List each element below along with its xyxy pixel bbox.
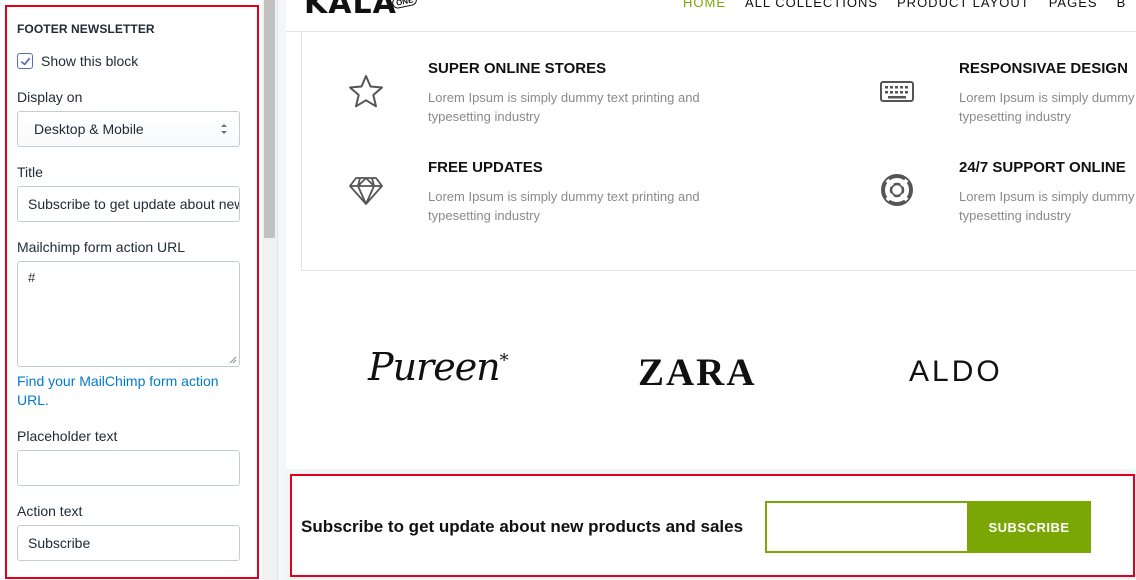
settings-sidebar: FOOTER NEWSLETTER Show this block Displa… (0, 0, 262, 580)
title-input[interactable]: Subscribe to get update about new produc… (17, 186, 240, 222)
feature-title: FREE UPDATES (428, 159, 543, 176)
mailchimp-url-value: # (28, 270, 36, 285)
feature-desc: Lorem Ipsum is simply dummy text printin… (959, 90, 1136, 124)
show-block-toggle[interactable]: Show this block (17, 53, 138, 69)
brand-logo-aldo[interactable]: ALDO (909, 355, 1003, 389)
nav-item-home[interactable]: HOME (683, 0, 726, 10)
nav-item-more[interactable]: B (1117, 0, 1127, 10)
sidebar-scrollbar-thumb[interactable] (264, 0, 275, 238)
checkmark-icon (20, 57, 30, 65)
show-block-checkbox[interactable] (17, 53, 33, 69)
mailchimp-url-label: Mailchimp form action URL (17, 239, 186, 255)
keyboard-icon (880, 81, 914, 102)
nav-item-pages[interactable]: PAGES (1049, 0, 1098, 10)
display-on-select[interactable]: Desktop & Mobile (17, 111, 240, 147)
store-logo[interactable]: KALA (304, 0, 397, 21)
feature-desc: Lorem Ipsum is simply dummy text printin… (428, 90, 700, 124)
display-on-value: Desktop & Mobile (34, 121, 144, 137)
select-arrows-icon (221, 124, 227, 134)
newsletter-heading: Subscribe to get update about new produc… (301, 517, 744, 536)
mailchimp-help-link[interactable]: Find your MailChimp form action URL. (17, 372, 242, 410)
star-icon (349, 75, 383, 108)
section-title: FOOTER NEWSLETTER (17, 22, 155, 36)
feature-desc: Lorem Ipsum is simply dummy text printin… (428, 189, 700, 223)
mailchimp-url-textarea[interactable]: # (17, 261, 240, 367)
placeholder-text-label: Placeholder text (17, 428, 118, 444)
resize-grip-icon[interactable] (229, 356, 237, 364)
nav-item-all-collections[interactable]: ALL COLLECTIONS (745, 0, 878, 10)
feature-title: RESPONSIVAE DESIGN (959, 60, 1128, 77)
brand-logo-zara[interactable]: ZARA (638, 350, 757, 395)
feature-title: SUPER ONLINE STORES (428, 60, 607, 77)
store-header: KALA ONE HOME ALL COLLECTIONS PRODUCT LA… (286, 0, 1136, 32)
subscribe-button[interactable]: SUBSCRIBE (967, 501, 1091, 553)
action-text-input[interactable]: Subscribe (17, 525, 240, 561)
feature-desc: Lorem Ipsum is simply dummy text printin… (959, 189, 1136, 223)
features-box: SUPER ONLINE STORES Lorem Ipsum is simpl… (301, 32, 1136, 271)
store-logo-badge: ONE (391, 0, 419, 10)
asterisk-mark: * (499, 350, 509, 372)
feature-title: 24/7 SUPPORT ONLINE (959, 159, 1126, 176)
action-text-label: Action text (17, 503, 83, 519)
show-block-label: Show this block (41, 53, 139, 69)
diamond-icon (349, 177, 383, 205)
lifebuoy-icon (881, 174, 913, 206)
newsletter-email-input[interactable] (765, 501, 969, 553)
brand-name: Pureen (368, 345, 501, 389)
title-label: Title (17, 164, 43, 180)
nav-item-product-layout[interactable]: PRODUCT LAYOUT (897, 0, 1030, 10)
display-on-label: Display on (17, 89, 83, 105)
main-nav: HOME ALL COLLECTIONS PRODUCT LAYOUT PAGE… (683, 0, 1126, 10)
brand-logo-pureen[interactable]: Pureen* (368, 345, 509, 389)
placeholder-text-input[interactable] (17, 450, 240, 486)
pane-divider (277, 0, 286, 580)
